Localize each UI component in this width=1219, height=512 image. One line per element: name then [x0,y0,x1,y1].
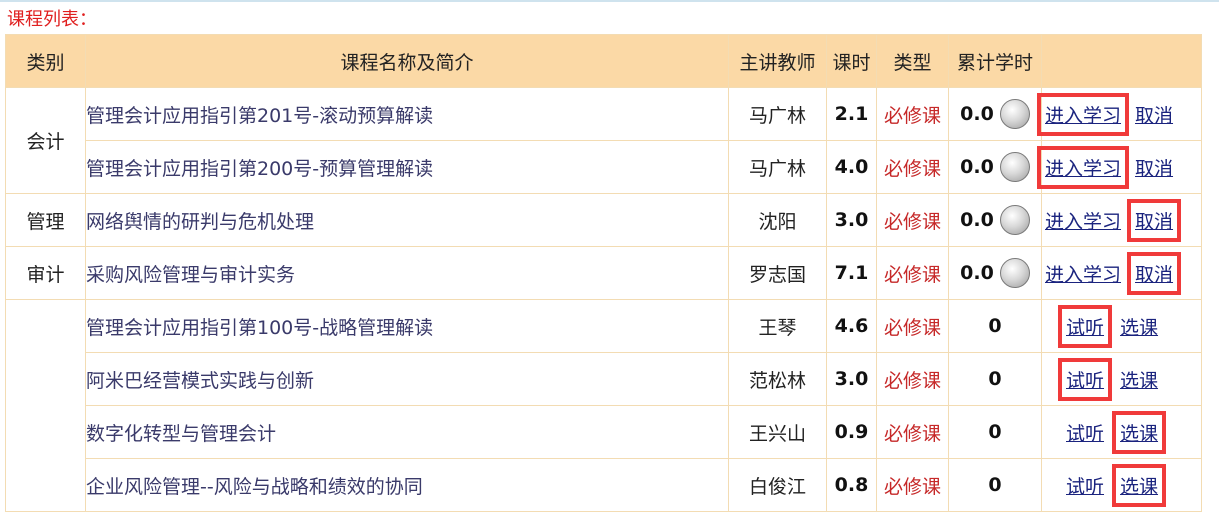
category-cell: 管理 [5,193,86,247]
accumulated-value: 0.0 [960,209,994,231]
accumulated-hours: 0 [948,352,1042,406]
category-cell: 会计 [5,87,86,194]
course-name[interactable]: 企业风险管理--风险与战略和绩效的协同 [85,458,729,512]
course-name[interactable]: 管理会计应用指引第201号-滚动预算解读 [85,87,729,141]
course-name[interactable]: 管理会计应用指引第200号-预算管理解读 [85,140,729,194]
course-name[interactable]: 阿米巴经营模式实践与创新 [85,352,729,406]
table-row: 管理会计应用指引第100号-战略管理解读 王琴 4.6 必修课 0 试听 选课 [5,299,1202,512]
accumulated-hours: 0.0 [948,246,1042,300]
accumulated-value: 0.0 [960,156,994,178]
course-type: 必修课 [876,193,949,247]
actions-cell: 进入学习 取消 [1041,246,1202,300]
select-course-link[interactable]: 选课 [1120,313,1158,340]
top-border [0,0,1219,2]
category-cell [5,299,86,512]
course-hours: 0.9 [826,405,877,459]
header-hours: 课时 [826,34,877,88]
enter-study-link[interactable]: 进入学习 [1036,92,1130,136]
header-category: 类别 [5,34,86,88]
teacher-name: 范松林 [728,352,827,406]
accumulated-value: 0.0 [960,103,994,125]
course-table: 类别 课程名称及简介 主讲教师 课时 类型 累计学时 会计 管理会计应用指引第2… [5,34,1202,512]
cancel-link[interactable]: 取消 [1127,251,1182,295]
course-hours: 3.0 [826,352,877,406]
teacher-name: 王兴山 [728,405,827,459]
actions-cell: 进入学习 取消 [1041,193,1202,247]
course-name[interactable]: 数字化转型与管理会计 [85,405,729,459]
table-row: 管理 网络舆情的研判与危机处理 沈阳 3.0 必修课 0.0 进入学习 取消 [5,193,1202,247]
accumulated-hours: 0.0 [948,193,1042,247]
category-cell: 审计 [5,246,86,300]
course-type: 必修课 [876,299,949,353]
progress-circle-icon [999,99,1030,129]
actions-cell: 进入学习 取消 [1036,140,1202,194]
teacher-name: 马广林 [728,140,827,194]
table-row: 会计 管理会计应用指引第201号-滚动预算解读 马广林 2.1 必修课 0.0 … [5,87,1202,194]
cancel-link[interactable]: 取消 [1127,198,1182,242]
course-type: 必修课 [876,458,949,512]
teacher-name: 沈阳 [728,193,827,247]
course-type: 必修课 [876,140,949,194]
teacher-name: 白俊江 [728,458,827,512]
accumulated-hours: 0 [948,299,1042,353]
course-hours: 7.1 [826,246,877,300]
actions-cell: 进入学习 取消 [1036,87,1202,141]
enter-study-link[interactable]: 进入学习 [1036,145,1130,189]
select-course-link[interactable]: 选课 [1112,410,1167,454]
table-row: 管理会计应用指引第200号-预算管理解读 马广林 4.0 必修课 0.0 进入学… [6,140,1202,194]
table-row: 审计 采购风险管理与审计实务 罗志国 7.1 必修课 0.0 进入学习 取消 [5,246,1202,300]
select-course-link[interactable]: 选课 [1112,463,1167,507]
course-type: 必修课 [876,87,949,141]
accumulated-hours: 0 [948,458,1042,512]
course-hours: 0.8 [826,458,877,512]
course-type: 必修课 [876,405,949,459]
accumulated-hours: 0 [948,405,1042,459]
enter-study-link[interactable]: 进入学习 [1045,207,1121,234]
actions-cell: 试听 选课 [1041,299,1202,353]
select-course-link[interactable]: 选课 [1120,366,1158,393]
table-header-row: 类别 课程名称及简介 主讲教师 课时 类型 累计学时 [5,34,1202,88]
course-hours: 2.1 [826,87,877,141]
cancel-link[interactable]: 取消 [1135,154,1173,181]
accumulated-value: 0.0 [960,262,994,284]
header-actions [1041,34,1202,88]
table-row: 阿米巴经营模式实践与创新 范松林 3.0 必修课 0 试听 选课 [6,352,1202,406]
course-hours: 4.6 [826,299,877,353]
trial-link[interactable]: 试听 [1066,419,1104,446]
trial-link[interactable]: 试听 [1057,304,1113,348]
course-hours: 3.0 [826,193,877,247]
trial-link[interactable]: 试听 [1066,472,1104,499]
progress-circle-icon [999,152,1030,182]
header-type: 类型 [876,34,949,88]
actions-cell: 试听 选课 [1041,458,1202,512]
header-course-name: 课程名称及简介 [85,34,729,88]
header-accumulated-hours: 累计学时 [948,34,1042,88]
actions-cell: 试听 选课 [1041,352,1202,406]
teacher-name: 王琴 [728,299,827,353]
accumulated-hours: 0.0 [948,87,1042,141]
teacher-name: 罗志国 [728,246,827,300]
course-name[interactable]: 管理会计应用指引第100号-战略管理解读 [85,299,729,353]
accumulated-hours: 0.0 [948,140,1042,194]
progress-circle-icon [999,258,1030,288]
table-row: 企业风险管理--风险与战略和绩效的协同 白俊江 0.8 必修课 0 试听 选课 [6,458,1202,512]
progress-circle-icon [999,205,1030,235]
course-name[interactable]: 网络舆情的研判与危机处理 [85,193,729,247]
course-name[interactable]: 采购风险管理与审计实务 [85,246,729,300]
course-hours: 4.0 [826,140,877,194]
table-row: 数字化转型与管理会计 王兴山 0.9 必修课 0 试听 选课 [6,405,1202,459]
cancel-link[interactable]: 取消 [1135,101,1173,128]
trial-link[interactable]: 试听 [1057,357,1113,401]
enter-study-link[interactable]: 进入学习 [1045,260,1121,287]
course-type: 必修课 [876,246,949,300]
header-teacher: 主讲教师 [728,34,827,88]
course-type: 必修课 [876,352,949,406]
course-list-title: 课程列表： [7,9,97,30]
teacher-name: 马广林 [728,87,827,141]
actions-cell: 试听 选课 [1041,405,1202,459]
